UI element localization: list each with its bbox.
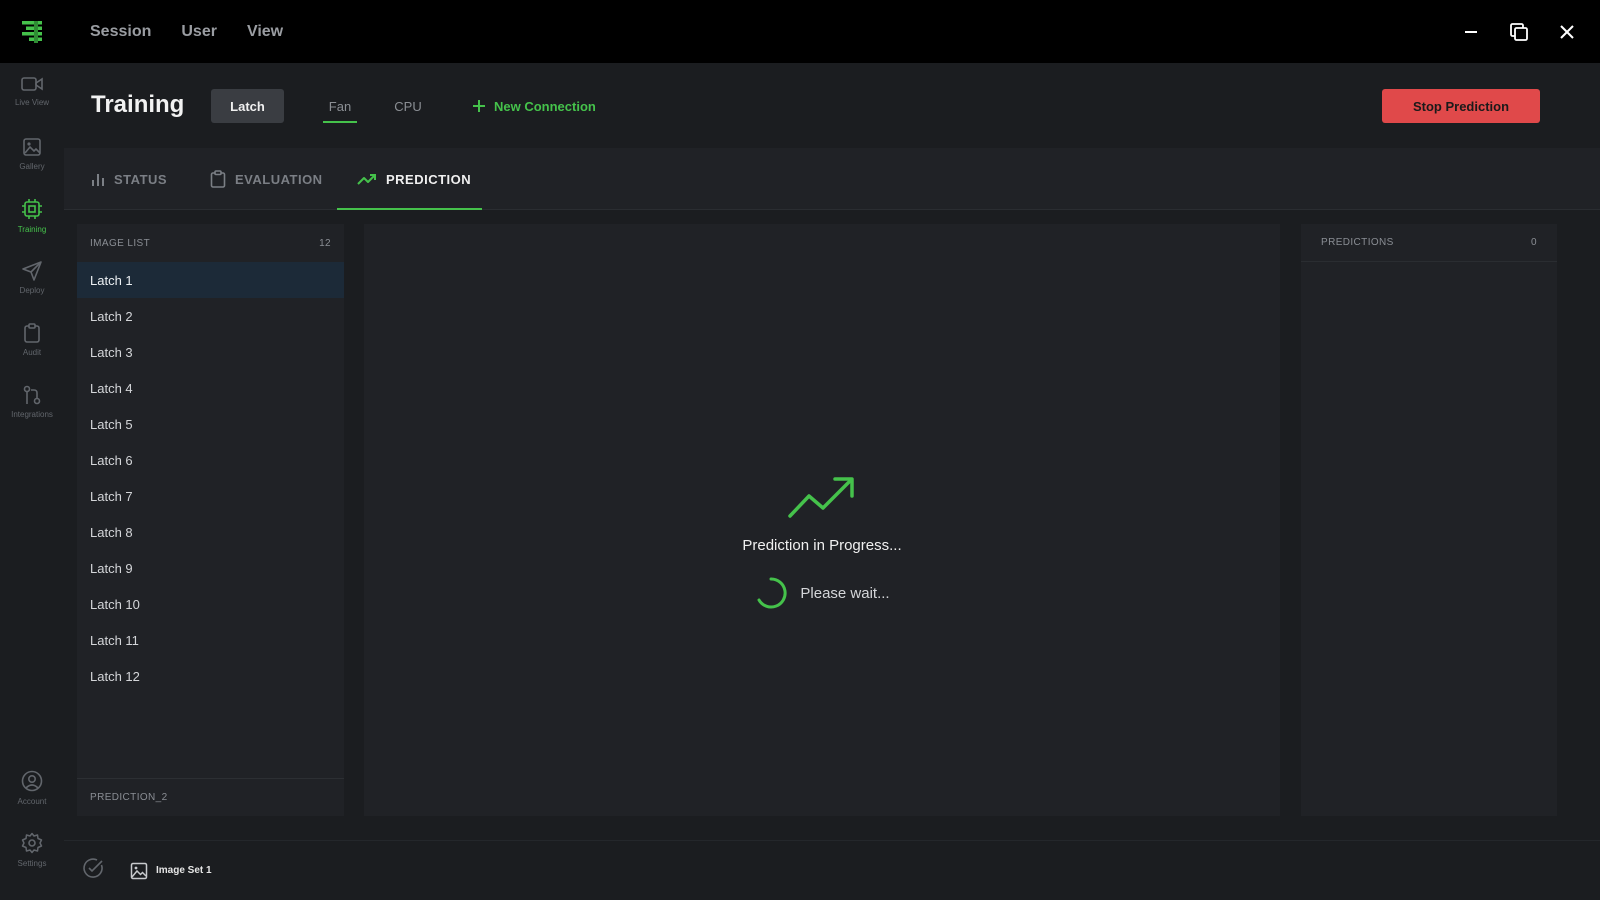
- image-list-footer: PREDICTION_2: [77, 778, 344, 816]
- title-bar: Session User View: [0, 0, 1600, 63]
- tab-latch[interactable]: Latch: [211, 89, 284, 123]
- prediction-view-panel: Prediction in Progress... Please wait...: [364, 224, 1280, 816]
- sidebar-item-deploy[interactable]: Deploy: [0, 250, 64, 306]
- tab-evaluation[interactable]: EVALUATION: [210, 148, 323, 210]
- progress-indicator: Prediction in Progress... Please wait...: [364, 474, 1280, 610]
- trending-up-icon: [357, 174, 376, 185]
- tab-status-label: STATUS: [114, 171, 168, 187]
- list-item[interactable]: Latch 6: [77, 442, 344, 478]
- list-item[interactable]: Latch 5: [77, 406, 344, 442]
- image-icon: [23, 138, 41, 156]
- sidebar-item-label: Settings: [17, 859, 47, 868]
- check-circle-icon: [83, 858, 103, 878]
- gear-icon: [21, 832, 43, 854]
- predictions-title: PREDICTIONS: [1321, 237, 1394, 248]
- image-list-title: IMAGE LIST: [90, 237, 151, 249]
- tab-cpu[interactable]: CPU: [393, 89, 423, 123]
- sidebar-item-label: Audit: [22, 348, 42, 357]
- list-item[interactable]: Latch 3: [77, 334, 344, 370]
- predictions-count: 0: [1531, 237, 1537, 248]
- video-camera-icon: [21, 77, 43, 91]
- sidebar-item-settings[interactable]: Settings: [0, 822, 64, 878]
- tab-status[interactable]: STATUS: [91, 148, 167, 210]
- content-area: IMAGE LIST 12 Latch 1 Latch 2 Latch 3 La…: [64, 210, 1600, 840]
- sidebar-item-label: Account: [17, 797, 47, 806]
- sidebar: Live View Gallery Training Deploy Audit …: [0, 63, 64, 900]
- menu-view[interactable]: View: [247, 23, 283, 41]
- view-tabs: STATUS EVALUATION PREDICTION: [64, 148, 1600, 211]
- list-item[interactable]: Latch 8: [77, 514, 344, 550]
- page-header: Training Latch Fan CPU New Connection St…: [64, 63, 1600, 148]
- list-item[interactable]: Latch 4: [77, 370, 344, 406]
- sidebar-item-live-view[interactable]: Live View: [0, 63, 64, 119]
- list-item[interactable]: Latch 10: [77, 586, 344, 622]
- list-item[interactable]: Latch 12: [77, 658, 344, 694]
- list-item[interactable]: Latch 7: [77, 478, 344, 514]
- image-list-count: 12: [319, 237, 331, 249]
- list-item[interactable]: Latch 2: [77, 298, 344, 334]
- sidebar-item-label: Integrations: [11, 410, 53, 419]
- plus-icon: [473, 100, 485, 112]
- list-item[interactable]: Latch 9: [77, 550, 344, 586]
- menu-user[interactable]: User: [181, 23, 217, 41]
- chip-icon: [22, 199, 42, 219]
- restore-button[interactable]: [1506, 19, 1532, 45]
- page-title: Training: [91, 91, 185, 118]
- status-check-button[interactable]: [82, 857, 104, 884]
- minimize-icon: [1465, 30, 1477, 33]
- list-item[interactable]: Latch 11: [77, 622, 344, 658]
- bar-chart-icon: [92, 174, 104, 186]
- image-set-label: Image Set 1: [156, 865, 212, 876]
- stop-prediction-button[interactable]: Stop Prediction: [1382, 89, 1540, 123]
- sidebar-item-label: Gallery: [19, 162, 45, 171]
- tab-evaluation-label: EVALUATION: [235, 171, 323, 187]
- sidebar-item-label: Live View: [14, 98, 50, 107]
- sidebar-item-audit[interactable]: Audit: [0, 312, 64, 368]
- close-button[interactable]: [1554, 19, 1580, 45]
- clipboard-icon: [210, 170, 226, 188]
- tab-fan[interactable]: Fan: [323, 89, 357, 123]
- sidebar-item-gallery[interactable]: Gallery: [0, 126, 64, 182]
- image-list-header: IMAGE LIST 12: [77, 224, 344, 262]
- tab-prediction[interactable]: PREDICTION: [337, 148, 482, 211]
- git-pull-request-icon: [23, 385, 41, 405]
- image-set-selector[interactable]: Image Set 1: [130, 862, 212, 880]
- progress-title: Prediction in Progress...: [742, 537, 902, 554]
- clipboard-icon: [24, 323, 40, 343]
- tab-prediction-label: PREDICTION: [386, 171, 472, 187]
- status-bar: Image Set 1: [64, 840, 1600, 900]
- sidebar-item-label: Deploy: [19, 286, 45, 295]
- image-list-panel: IMAGE LIST 12 Latch 1 Latch 2 Latch 3 La…: [77, 224, 344, 816]
- app-logo-icon: [0, 0, 64, 63]
- please-wait-text: Please wait...: [800, 584, 890, 602]
- sidebar-item-training[interactable]: Training: [0, 188, 64, 244]
- spinner-icon: [757, 577, 788, 609]
- image-icon: [130, 862, 148, 879]
- close-icon: [1560, 24, 1574, 39]
- sidebar-item-account[interactable]: Account: [0, 760, 64, 816]
- new-connection-label: New Connection: [494, 98, 596, 114]
- menu-session[interactable]: Session: [90, 23, 151, 41]
- new-connection-button[interactable]: New Connection: [472, 89, 596, 123]
- restore-icon: [1510, 22, 1528, 41]
- sidebar-item-label: Training: [17, 225, 47, 234]
- predictions-header: PREDICTIONS 0: [1301, 224, 1557, 262]
- predictions-panel: PREDICTIONS 0: [1301, 224, 1557, 816]
- minimize-button[interactable]: [1458, 19, 1484, 45]
- account-icon: [21, 770, 43, 792]
- send-icon: [22, 261, 42, 281]
- trending-up-icon: [788, 477, 854, 518]
- sidebar-item-integrations[interactable]: Integrations: [0, 374, 64, 430]
- list-item[interactable]: Latch 1: [77, 262, 344, 298]
